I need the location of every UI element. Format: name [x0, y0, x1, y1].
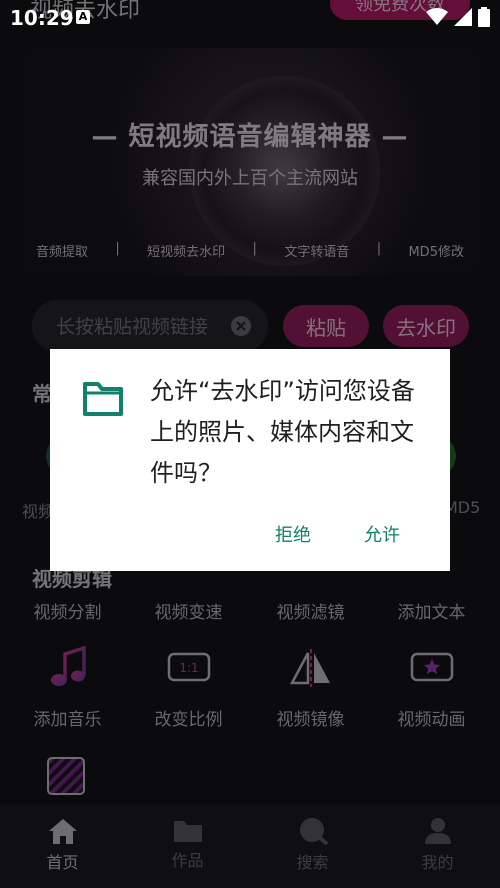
signal-icon — [454, 8, 472, 26]
wifi-icon — [426, 8, 448, 25]
deny-button[interactable]: 拒绝 — [275, 521, 311, 547]
allow-button[interactable]: 允许 — [364, 521, 400, 547]
status-bar: 10:29 A — [0, 0, 500, 34]
status-icons — [426, 7, 490, 27]
folder-icon — [83, 382, 123, 416]
permission-message: 允许“去水印”访问您设备上的照片、媒体内容和文件吗？ — [150, 377, 415, 487]
permission-dialog: 允许“去水印”访问您设备上的照片、媒体内容和文件吗？ 拒绝 允许 — [50, 349, 450, 571]
battery-icon — [478, 7, 490, 27]
notification-icon: A — [76, 10, 90, 24]
status-time: 10:29 — [10, 6, 74, 30]
